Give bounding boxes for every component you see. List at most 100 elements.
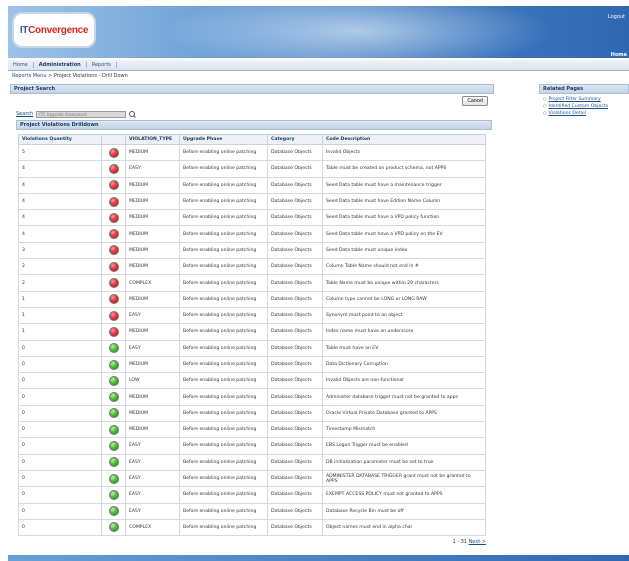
link-project-filter-summary[interactable]: Project Filter Summary bbox=[543, 96, 629, 103]
cell-status bbox=[101, 453, 126, 471]
pager-next-link[interactable]: Next > bbox=[469, 539, 486, 545]
cell-violation-type: EASY bbox=[125, 339, 180, 357]
cell-code-description: Table Name must be unique within 29 char… bbox=[322, 274, 486, 292]
link-violations-detail[interactable]: Violations Detail bbox=[543, 110, 629, 117]
cell-status bbox=[101, 258, 126, 276]
cell-status bbox=[101, 290, 126, 308]
cell-category: Database Objects bbox=[267, 372, 323, 390]
table-row[interactable]: 0 MEDIUM Before enabling online patching Da… bbox=[18, 421, 486, 439]
cell-category: Database Objects bbox=[267, 306, 323, 325]
table-row[interactable]: 0 EASY Before enabling online patching Data… bbox=[18, 502, 486, 520]
red-status-icon bbox=[108, 212, 119, 223]
link-identified-custom-objects[interactable]: Identified Custom Objects bbox=[543, 103, 629, 110]
cell-status bbox=[101, 323, 126, 341]
green-status-icon bbox=[108, 343, 119, 354]
cell-violation-type: LOW bbox=[125, 372, 180, 390]
table-row[interactable]: 0 MEDIUM Before enabling online patching Da… bbox=[18, 388, 486, 406]
cell-category: Database Objects bbox=[267, 225, 323, 243]
cell-violation-type: COMPLEX bbox=[125, 274, 180, 292]
col-category[interactable]: Category bbox=[267, 134, 323, 145]
green-status-icon bbox=[108, 392, 119, 403]
cell-category: Database Objects bbox=[267, 469, 323, 488]
table-row[interactable]: 0 MEDIUM Before enabling online patching Da… bbox=[18, 404, 486, 423]
table-row[interactable]: 0 EASY Before enabling online patching Data… bbox=[18, 453, 486, 471]
breadcrumb-reports-menu[interactable]: Reports Menu bbox=[12, 73, 47, 79]
table-row[interactable]: 4 MEDIUM Before enabling online patching Da… bbox=[18, 176, 486, 194]
home-link[interactable]: Home bbox=[611, 52, 627, 58]
table-row[interactable]: 1 MEDIUM Before enabling online patching Da… bbox=[18, 323, 486, 341]
table-row[interactable]: 4 MEDIUM Before enabling online patching Da… bbox=[18, 192, 486, 211]
cell-upgrade-phase: Before enabling online patching bbox=[179, 290, 268, 308]
cell-status bbox=[101, 404, 126, 423]
nav-administration[interactable]: Administration bbox=[34, 62, 87, 68]
cell-violation-type: MEDIUM bbox=[125, 209, 180, 227]
table-row[interactable]: 0 EASY Before enabling online patching Data… bbox=[18, 339, 486, 357]
cell-code-description: Seed Data table must have a VPD policy f… bbox=[322, 209, 486, 227]
nav-home[interactable]: Home bbox=[8, 62, 34, 68]
table-row[interactable]: 2 MEDIUM Before enabling online patching Da… bbox=[18, 258, 486, 276]
related-pages-header: Related Pages bbox=[539, 84, 629, 94]
cell-code-description: EBS Logon Trigger must be enabled bbox=[322, 437, 486, 455]
cell-violation-type: COMPLEX bbox=[125, 518, 180, 537]
cell-status bbox=[101, 372, 126, 390]
green-status-icon bbox=[108, 473, 119, 484]
search-input[interactable]: ITC Upgrade Assesment bbox=[36, 110, 127, 118]
red-status-icon bbox=[108, 229, 119, 240]
table-row[interactable]: 1 MEDIUM Before enabling online patching Da… bbox=[18, 290, 486, 308]
cell-violation-type: EASY bbox=[125, 486, 180, 504]
itconvergence-logo[interactable]: IT Convergence bbox=[12, 12, 96, 48]
table-row[interactable]: 4 MEDIUM Before enabling online patching Da… bbox=[18, 225, 486, 243]
red-status-icon bbox=[108, 245, 119, 256]
cancel-button[interactable]: Cancel bbox=[462, 96, 488, 106]
breadcrumb: Reports Menu > Project Violations - Dril… bbox=[12, 73, 128, 79]
cell-category: Database Objects bbox=[267, 404, 323, 423]
cell-violation-type: EASY bbox=[125, 502, 180, 520]
cell-category: Database Objects bbox=[267, 160, 323, 178]
cell-category: Database Objects bbox=[267, 192, 323, 211]
col-violation-type[interactable]: VIOLATION_TYPE bbox=[125, 134, 180, 145]
cell-category: Database Objects bbox=[267, 437, 323, 455]
green-status-icon bbox=[108, 424, 119, 435]
cell-violation-type: MEDIUM bbox=[125, 225, 180, 243]
cell-upgrade-phase: Before enabling online patching bbox=[179, 372, 268, 390]
cell-category: Database Objects bbox=[267, 355, 323, 374]
cell-violation-type: EASY bbox=[125, 469, 180, 488]
table-row[interactable]: 5 MEDIUM Before enabling online patching Da… bbox=[18, 143, 486, 162]
table-row[interactable]: 0 EASY Before enabling online patching Data… bbox=[18, 469, 486, 488]
cell-status bbox=[101, 486, 126, 504]
cell-code-description: Index name must have an underscore bbox=[322, 323, 486, 341]
table-row[interactable]: 1 EASY Before enabling online patching Data… bbox=[18, 306, 486, 325]
green-status-icon bbox=[108, 489, 119, 500]
related-pages-panel: Related Pages Project Filter Summary Ide… bbox=[539, 84, 629, 117]
table-row[interactable]: 0 LOW Before enabling online patching Datab… bbox=[18, 372, 486, 390]
cell-code-description: Table must be created on product schema,… bbox=[322, 160, 486, 178]
search-icon[interactable] bbox=[129, 110, 136, 118]
cell-upgrade-phase: Before enabling online patching bbox=[179, 453, 268, 471]
table-row[interactable]: 4 MEDIUM Before enabling online patching Da… bbox=[18, 209, 486, 227]
col-code-description[interactable]: Code Description bbox=[322, 134, 486, 145]
table-row[interactable]: 3 MEDIUM Before enabling online patching Da… bbox=[18, 241, 486, 260]
cell-upgrade-phase: Before enabling online patching bbox=[179, 502, 268, 520]
col-violations-quantity[interactable]: Violations Quantity bbox=[18, 134, 102, 145]
red-status-icon bbox=[108, 180, 119, 191]
search-label: Search bbox=[16, 111, 34, 117]
cell-upgrade-phase: Before enabling online patching bbox=[179, 486, 268, 504]
table-row[interactable]: 2 COMPLEX Before enabling online patching D… bbox=[18, 274, 486, 292]
cell-status bbox=[101, 388, 126, 406]
cell-quantity: 4 bbox=[18, 225, 102, 243]
table-row[interactable]: 0 COMPLEX Before enabling online patching D… bbox=[18, 518, 486, 537]
cell-quantity: 5 bbox=[18, 143, 102, 162]
logout-link[interactable]: Logout bbox=[608, 14, 625, 20]
cell-upgrade-phase: Before enabling online patching bbox=[179, 404, 268, 423]
cell-quantity: 1 bbox=[18, 323, 102, 341]
logo-it-text: IT bbox=[19, 24, 29, 36]
cell-upgrade-phase: Before enabling online patching bbox=[179, 518, 268, 537]
col-upgrade-phase[interactable]: Upgrade Phase bbox=[179, 134, 268, 145]
table-row[interactable]: 0 MEDIUM Before enabling online patching Da… bbox=[18, 355, 486, 374]
table-row[interactable]: 0 EASY Before enabling online patching Data… bbox=[18, 437, 486, 455]
table-row[interactable]: 4 EASY Before enabling online patching Data… bbox=[18, 160, 486, 178]
table-row[interactable]: 0 EASY Before enabling online patching Data… bbox=[18, 486, 486, 504]
logo-convergence-text: Convergence bbox=[28, 24, 89, 36]
nav-reports[interactable]: Reports bbox=[87, 62, 117, 68]
cell-quantity: 0 bbox=[18, 404, 102, 423]
